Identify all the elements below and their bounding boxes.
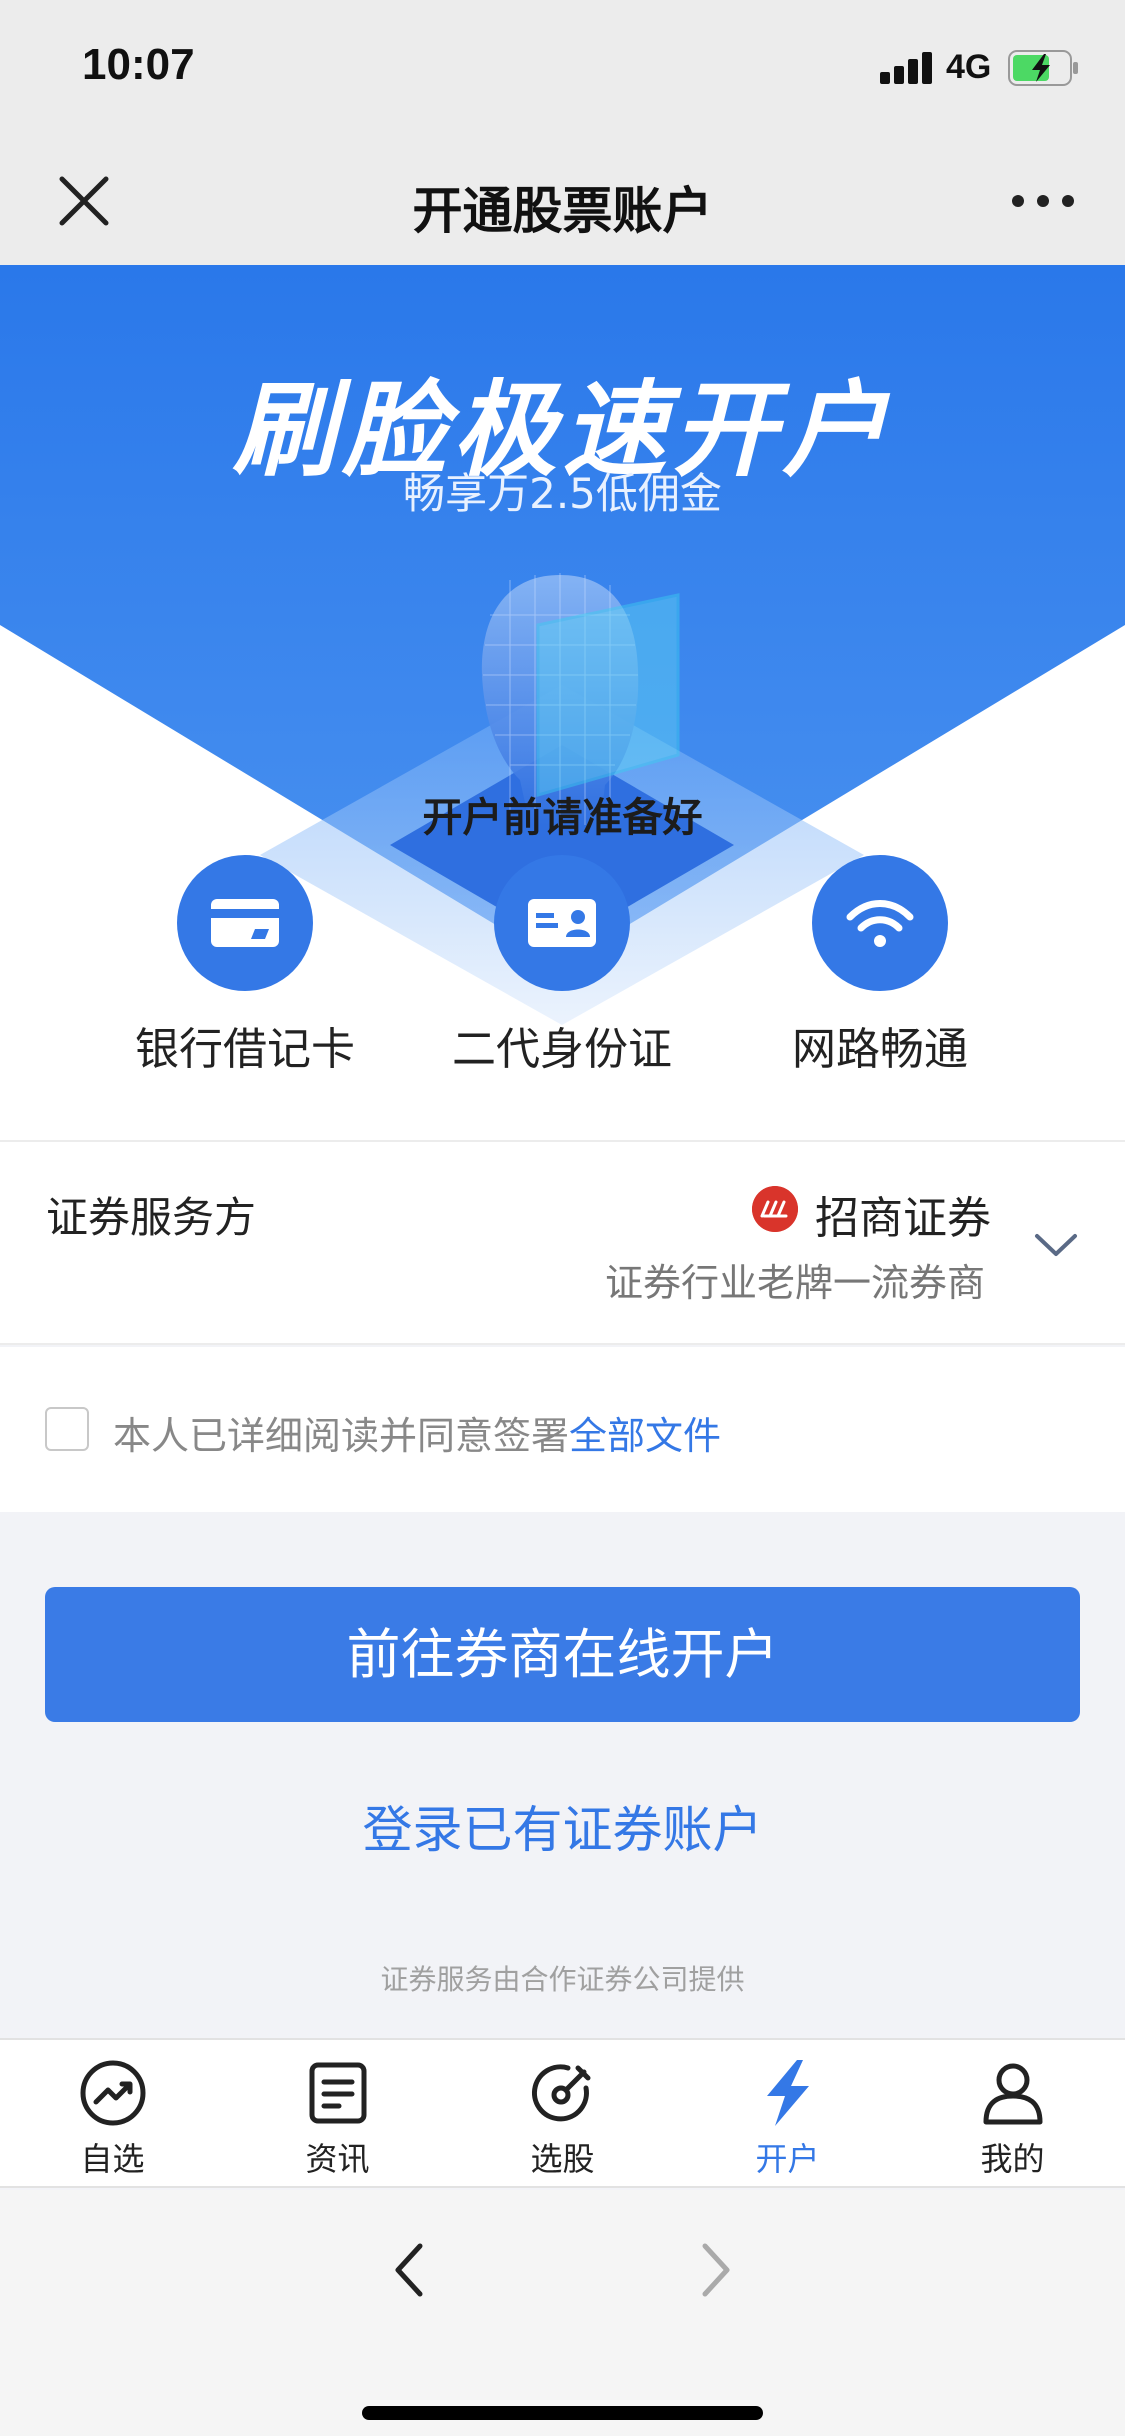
nav-bar: 开通股票账户 xyxy=(0,135,1125,265)
tab-bar: 自选 资讯 选股 开户 我的 xyxy=(0,2038,1125,2188)
tab-label: 自选 xyxy=(80,2140,145,2178)
prepare-title: 开户前请准备好 xyxy=(422,795,703,841)
tab-stock-picker[interactable]: 选股 xyxy=(450,2058,675,2180)
forward-arrow-icon[interactable] xyxy=(695,2242,735,2298)
login-existing-account-link[interactable]: 登录已有证券账户 xyxy=(0,1790,1125,1862)
service-label: 证券服务方 xyxy=(46,1193,257,1242)
id-card-icon xyxy=(494,855,630,991)
all-documents-link[interactable]: 全部文件 xyxy=(569,1414,721,1458)
tab-open-account[interactable]: 开户 xyxy=(675,2058,900,2180)
footer-note: 证券服务由合作证券公司提供 xyxy=(380,1963,745,1996)
more-icon[interactable] xyxy=(1010,187,1076,215)
chevron-down-icon[interactable] xyxy=(1033,1230,1079,1260)
tab-label: 我的 xyxy=(980,2140,1045,2178)
user-icon xyxy=(983,2063,1042,2125)
network-type: 4G xyxy=(946,48,992,86)
home-indicator xyxy=(362,2406,763,2420)
tab-label: 开户 xyxy=(755,2140,820,2178)
agreement-row: 本人已详细阅读并同意签署全部文件 xyxy=(0,1347,1125,1512)
tab-profile[interactable]: 我的 xyxy=(900,2058,1125,2180)
requirement-network: 网路畅通 xyxy=(740,855,1020,1077)
hero-banner: 刷脸极速开户 畅享万2.5低佣金 开户前请准备好 银行借记卡 二代身份证 网路畅… xyxy=(0,265,1125,1140)
broker-logo xyxy=(752,1186,798,1232)
stock-picker-icon xyxy=(531,2064,590,2122)
status-time: 10:07 xyxy=(82,40,195,89)
open-account-button[interactable]: 前往券商在线开户 xyxy=(45,1587,1080,1722)
trend-icon xyxy=(80,2060,145,2126)
agreement-text: 本人已详细阅读并同意签署全部文件 xyxy=(113,1405,721,1460)
wifi-icon xyxy=(812,855,948,991)
hero-subtitle: 畅享万2.5低佣金 xyxy=(403,469,722,518)
requirement-id-card: 二代身份证 xyxy=(422,855,702,1077)
signal-icon xyxy=(880,52,936,84)
tab-watchlist[interactable]: 自选 xyxy=(0,2058,225,2180)
tab-label: 选股 xyxy=(530,2140,595,2178)
broker-description: 证券行业老牌一流券商 xyxy=(604,1261,985,1305)
service-provider-selector[interactable]: 证券服务方 招商证券 证券行业老牌一流券商 xyxy=(0,1140,1125,1345)
requirement-label: 二代身份证 xyxy=(452,1024,672,1075)
requirement-label: 网路畅通 xyxy=(792,1024,968,1075)
requirement-label: 银行借记卡 xyxy=(135,1024,355,1075)
lightning-icon xyxy=(766,2060,809,2126)
tab-label: 资讯 xyxy=(305,2140,370,2178)
battery-icon xyxy=(1008,50,1078,86)
status-bar: 10:07 4G xyxy=(0,0,1125,135)
bank-card-icon xyxy=(177,855,313,991)
broker-name: 招商证券 xyxy=(815,1193,991,1244)
agreement-label: 本人已详细阅读并同意签署 xyxy=(113,1414,570,1458)
tab-news[interactable]: 资讯 xyxy=(225,2058,450,2180)
back-arrow-icon[interactable] xyxy=(390,2242,430,2298)
requirement-bank-card: 银行借记卡 xyxy=(105,855,385,1077)
agreement-checkbox[interactable] xyxy=(45,1407,89,1451)
browser-toolbar xyxy=(0,2190,1125,2436)
news-icon xyxy=(309,2062,366,2124)
page-title: 开通股票账户 xyxy=(412,182,713,240)
